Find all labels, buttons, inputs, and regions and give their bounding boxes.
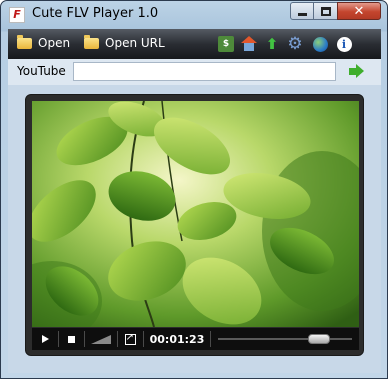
fullscreen-button[interactable]: [121, 328, 139, 350]
go-arrow-icon[interactable]: [349, 64, 364, 79]
home-icon[interactable]: [241, 36, 257, 52]
minimize-button[interactable]: [290, 2, 314, 20]
window-title: Cute FLV Player 1.0: [32, 6, 159, 21]
client-area: Open Open URL $ ⬆ ⚙ i YouTube ↗ 00:01:23: [8, 29, 381, 373]
player-stage: 00:01:23: [25, 94, 364, 356]
money-icon[interactable]: $: [218, 36, 234, 52]
youtube-bar: YouTube: [8, 59, 381, 85]
fullscreen-icon: [124, 332, 136, 345]
maximize-button[interactable]: [313, 2, 338, 20]
control-separator: [210, 331, 211, 347]
control-separator: [84, 331, 85, 347]
volume-icon: [91, 334, 111, 344]
video-frame-image: [32, 101, 359, 327]
globe-button[interactable]: [312, 36, 328, 52]
upload-arrow-icon[interactable]: ⬆: [264, 35, 280, 53]
close-button[interactable]: ✕: [337, 2, 381, 20]
seek-thumb[interactable]: [307, 334, 330, 344]
youtube-label: YouTube: [17, 64, 66, 78]
elapsed-time: 00:01:23: [149, 332, 205, 346]
app-window: F Cute FLV Player 1.0 ✕ Open Open URL $ …: [0, 0, 388, 379]
toolbar: Open Open URL $ ⬆ ⚙ i: [8, 29, 381, 59]
open-label: Open: [38, 36, 71, 50]
volume-control[interactable]: [88, 328, 114, 350]
open-url-label: Open URL: [105, 36, 165, 50]
globe-icon: [312, 36, 328, 52]
seek-bar[interactable]: [218, 338, 352, 340]
info-button[interactable]: i: [336, 36, 352, 52]
close-icon: ✕: [353, 3, 365, 19]
video-display[interactable]: [32, 101, 359, 327]
play-button[interactable]: [36, 328, 54, 350]
youtube-url-input[interactable]: [73, 62, 336, 81]
folder-icon: [84, 34, 99, 49]
time-display: 00:01:23: [149, 328, 205, 350]
minimize-icon: [297, 12, 307, 16]
open-url-button[interactable]: Open URL: [84, 34, 165, 50]
maximize-icon: [320, 6, 331, 16]
playback-controls: 00:01:23: [32, 328, 359, 350]
info-icon: i: [336, 36, 352, 52]
title-bar[interactable]: F Cute FLV Player 1.0 ✕: [1, 1, 387, 29]
stop-button[interactable]: [62, 328, 80, 350]
control-separator: [58, 331, 59, 347]
play-icon: [41, 335, 49, 343]
open-button[interactable]: Open: [17, 34, 71, 50]
gear-icon[interactable]: ⚙: [287, 34, 303, 54]
app-logo-icon[interactable]: F: [9, 7, 25, 23]
folder-icon: [17, 34, 32, 49]
stop-icon: [67, 335, 75, 343]
control-separator: [143, 331, 144, 347]
control-separator: [117, 331, 118, 347]
